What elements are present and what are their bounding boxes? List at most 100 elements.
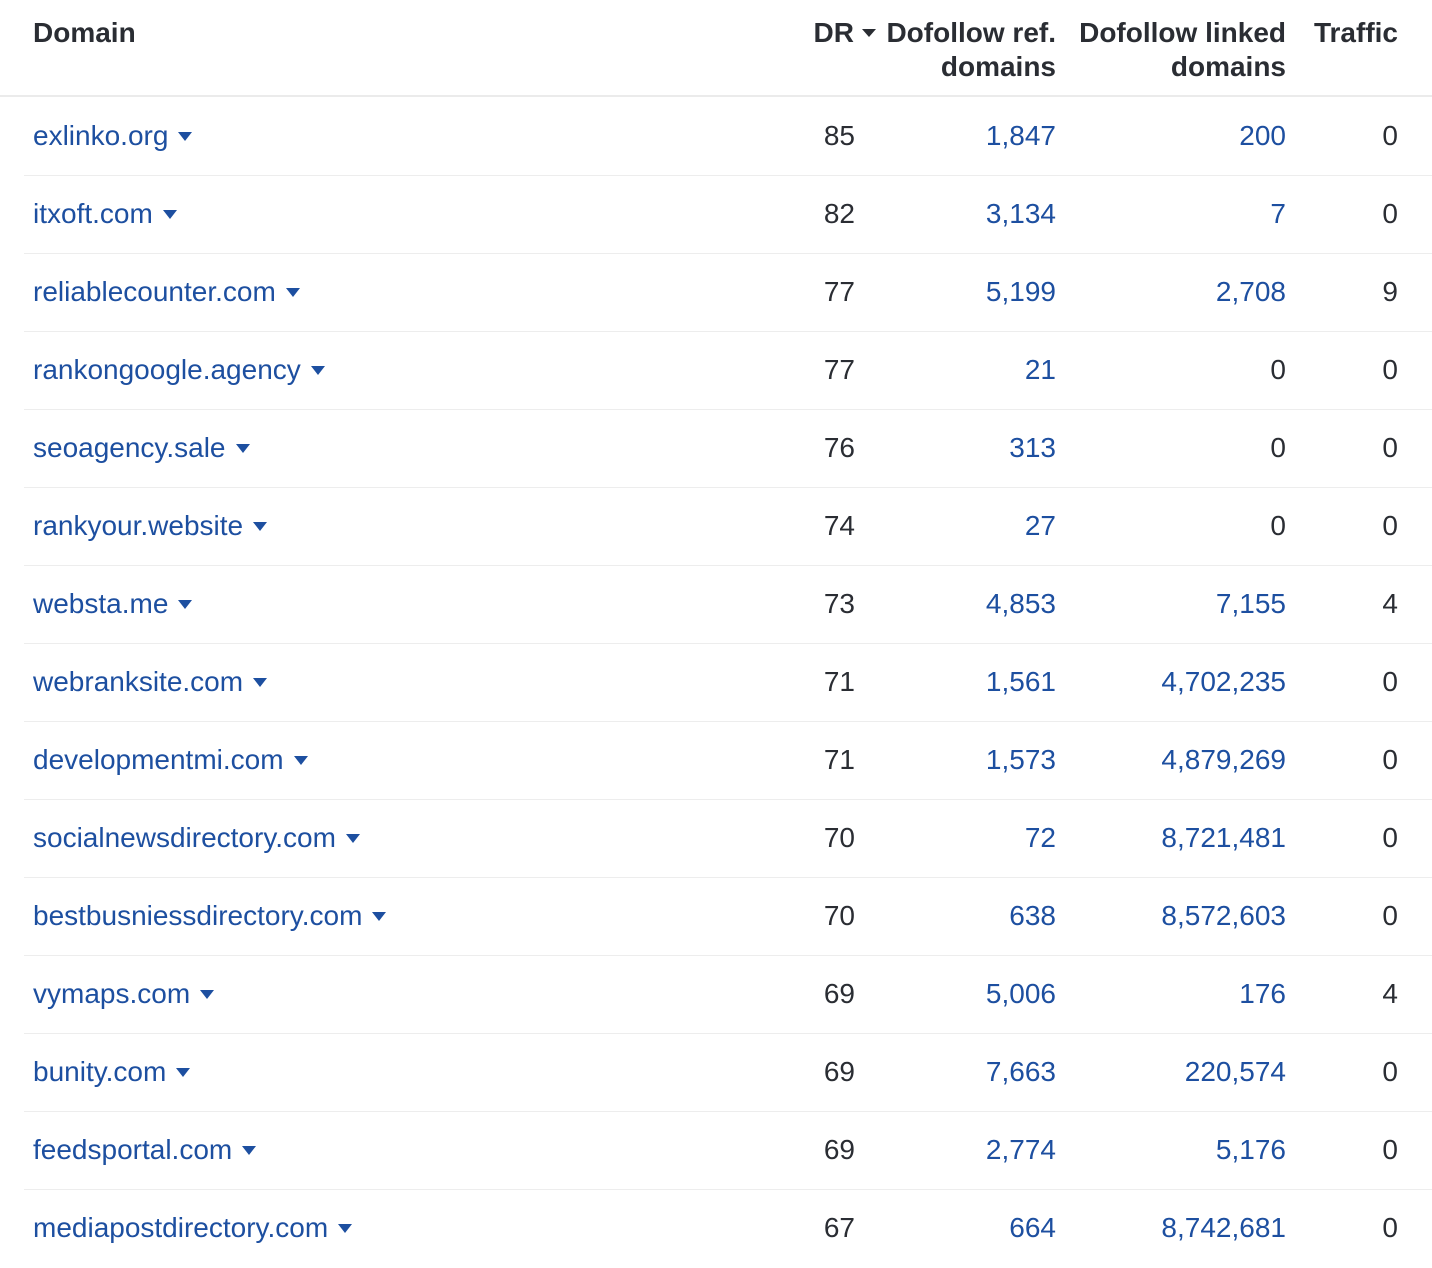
dofollow-linked-domains-link[interactable]: 8,742,681 bbox=[1161, 1212, 1286, 1243]
domain-cell: websta.me bbox=[0, 588, 789, 620]
dr-value: 69 bbox=[823, 1134, 855, 1165]
dofollow-linked-domains-link[interactable]: 5,176 bbox=[1216, 1134, 1286, 1165]
dofollow-linked-domains-cell: 0 bbox=[1056, 510, 1286, 542]
domain-link[interactable]: rankyour.website bbox=[33, 510, 243, 541]
dofollow-ref-domains-cell: 1,573 bbox=[877, 744, 1056, 776]
column-header-traffic-label: Traffic bbox=[1313, 17, 1398, 48]
dofollow-linked-domains-link[interactable]: 200 bbox=[1239, 120, 1286, 151]
domain-link[interactable]: reliablecounter.com bbox=[33, 276, 276, 307]
dofollow-linked-domains-link[interactable]: 4,702,235 bbox=[1161, 666, 1286, 697]
dofollow-linked-domains-link[interactable]: 220,574 bbox=[1185, 1056, 1286, 1087]
domain-link[interactable]: socialnewsdirectory.com bbox=[33, 822, 336, 853]
chevron-down-icon[interactable] bbox=[176, 1068, 191, 1077]
dr-value: 71 bbox=[823, 744, 855, 775]
dofollow-ref-domains-link[interactable]: 3,134 bbox=[986, 198, 1056, 229]
dofollow-linked-domains-link[interactable]: 4,879,269 bbox=[1161, 744, 1286, 775]
traffic-value: 0 bbox=[1382, 1056, 1398, 1087]
dr-value: 69 bbox=[823, 1056, 855, 1087]
column-header-line: Dofollow linked bbox=[1079, 17, 1286, 48]
column-header-line: Dofollow ref. bbox=[886, 17, 1056, 48]
chevron-down-icon[interactable] bbox=[242, 1146, 257, 1155]
dofollow-linked-domains-link[interactable]: 8,572,603 bbox=[1161, 900, 1286, 931]
traffic-value: 0 bbox=[1382, 120, 1398, 151]
chevron-down-icon[interactable] bbox=[200, 990, 215, 999]
dofollow-ref-domains-link[interactable]: 1,847 bbox=[986, 120, 1056, 151]
table-row: rankongoogle.agency 77 21 0 0 bbox=[0, 331, 1432, 409]
domain-link[interactable]: bestbusniessdirectory.com bbox=[33, 900, 362, 931]
dr-value: 82 bbox=[823, 198, 855, 229]
dofollow-linked-domains-cell: 176 bbox=[1056, 978, 1286, 1010]
dofollow-linked-domains-link[interactable]: 2,708 bbox=[1216, 276, 1286, 307]
chevron-down-icon[interactable] bbox=[372, 912, 387, 921]
domain-link[interactable]: seoagency.sale bbox=[33, 432, 226, 463]
domain-link[interactable]: webranksite.com bbox=[33, 666, 243, 697]
column-header-dr-label: DR bbox=[813, 17, 854, 48]
chevron-down-icon[interactable] bbox=[345, 834, 360, 843]
dofollow-ref-domains-cell: 638 bbox=[877, 900, 1056, 932]
column-header-dofollow-ref-domains[interactable]: Dofollow ref. domains bbox=[877, 0, 1056, 95]
chevron-down-icon[interactable] bbox=[253, 522, 268, 531]
dofollow-linked-domains-cell: 8,742,681 bbox=[1056, 1212, 1286, 1244]
dofollow-linked-domains-link[interactable]: 7 bbox=[1270, 198, 1286, 229]
dofollow-linked-domains-cell: 0 bbox=[1056, 354, 1286, 386]
dofollow-ref-domains-link[interactable]: 1,573 bbox=[986, 744, 1056, 775]
dofollow-ref-domains-link[interactable]: 27 bbox=[1025, 510, 1056, 541]
chevron-down-icon[interactable] bbox=[178, 132, 193, 141]
column-header-line: domains bbox=[940, 51, 1056, 82]
column-header-dr[interactable]: DR bbox=[789, 0, 877, 95]
domain-cell: developmentmi.com bbox=[0, 744, 789, 776]
traffic-value: 0 bbox=[1382, 1212, 1398, 1243]
dofollow-ref-domains-cell: 4,853 bbox=[877, 588, 1056, 620]
dr-value: 70 bbox=[823, 822, 855, 853]
dofollow-linked-domains-value: 0 bbox=[1270, 432, 1286, 463]
column-header-domain-label: Domain bbox=[33, 17, 136, 48]
dofollow-ref-domains-link[interactable]: 313 bbox=[1009, 432, 1056, 463]
chevron-down-icon[interactable] bbox=[162, 210, 177, 219]
table-row: seoagency.sale 76 313 0 0 bbox=[0, 409, 1432, 487]
domain-link[interactable]: developmentmi.com bbox=[33, 744, 284, 775]
chevron-down-icon[interactable] bbox=[235, 444, 250, 453]
dofollow-ref-domains-cell: 1,847 bbox=[877, 120, 1056, 152]
chevron-down-icon[interactable] bbox=[310, 366, 325, 375]
column-header-traffic[interactable]: Traffic bbox=[1286, 0, 1432, 95]
dofollow-ref-domains-link[interactable]: 72 bbox=[1025, 822, 1056, 853]
dofollow-ref-domains-link[interactable]: 664 bbox=[1009, 1212, 1056, 1243]
dofollow-ref-domains-link[interactable]: 5,006 bbox=[986, 978, 1056, 1009]
dofollow-ref-domains-cell: 27 bbox=[877, 510, 1056, 542]
dofollow-ref-domains-link[interactable]: 638 bbox=[1009, 900, 1056, 931]
dofollow-ref-domains-link[interactable]: 4,853 bbox=[986, 588, 1056, 619]
column-header-dofollow-linked-domains[interactable]: Dofollow linked domains bbox=[1056, 0, 1286, 95]
domain-cell: rankyour.website bbox=[0, 510, 789, 542]
domain-cell: mediapostdirectory.com bbox=[0, 1212, 789, 1244]
dr-value: 70 bbox=[823, 900, 855, 931]
domain-link[interactable]: vymaps.com bbox=[33, 978, 190, 1009]
traffic-value: 0 bbox=[1382, 432, 1398, 463]
dofollow-ref-domains-link[interactable]: 21 bbox=[1025, 354, 1056, 385]
dofollow-linked-domains-link[interactable]: 7,155 bbox=[1216, 588, 1286, 619]
table-body: exlinko.org 85 1,847 200 0 itxoft.com 82 3,134 7… bbox=[0, 97, 1432, 1267]
domain-link[interactable]: bunity.com bbox=[33, 1056, 166, 1087]
domain-link[interactable]: rankongoogle.agency bbox=[33, 354, 301, 385]
dofollow-ref-domains-link[interactable]: 5,199 bbox=[986, 276, 1056, 307]
domain-link[interactable]: exlinko.org bbox=[33, 120, 168, 151]
chevron-down-icon[interactable] bbox=[178, 600, 193, 609]
chevron-down-icon[interactable] bbox=[338, 1224, 353, 1233]
domain-link[interactable]: itxoft.com bbox=[33, 198, 153, 229]
chevron-down-icon[interactable] bbox=[253, 678, 268, 687]
dofollow-ref-domains-link[interactable]: 1,561 bbox=[986, 666, 1056, 697]
domain-link[interactable]: feedsportal.com bbox=[33, 1134, 232, 1165]
dofollow-ref-domains-link[interactable]: 7,663 bbox=[986, 1056, 1056, 1087]
dr-value: 76 bbox=[823, 432, 855, 463]
dofollow-ref-domains-link[interactable]: 2,774 bbox=[986, 1134, 1056, 1165]
dofollow-ref-domains-cell: 664 bbox=[877, 1212, 1056, 1244]
chevron-down-icon[interactable] bbox=[285, 288, 300, 297]
dofollow-linked-domains-link[interactable]: 176 bbox=[1239, 978, 1286, 1009]
dofollow-linked-domains-cell: 200 bbox=[1056, 120, 1286, 152]
dofollow-linked-domains-link[interactable]: 8,721,481 bbox=[1161, 822, 1286, 853]
domain-link[interactable]: websta.me bbox=[33, 588, 168, 619]
chevron-down-icon[interactable] bbox=[293, 756, 308, 765]
table-row: exlinko.org 85 1,847 200 0 bbox=[0, 97, 1432, 175]
dofollow-linked-domains-cell: 8,572,603 bbox=[1056, 900, 1286, 932]
traffic-value: 0 bbox=[1382, 744, 1398, 775]
domain-link[interactable]: mediapostdirectory.com bbox=[33, 1212, 328, 1243]
